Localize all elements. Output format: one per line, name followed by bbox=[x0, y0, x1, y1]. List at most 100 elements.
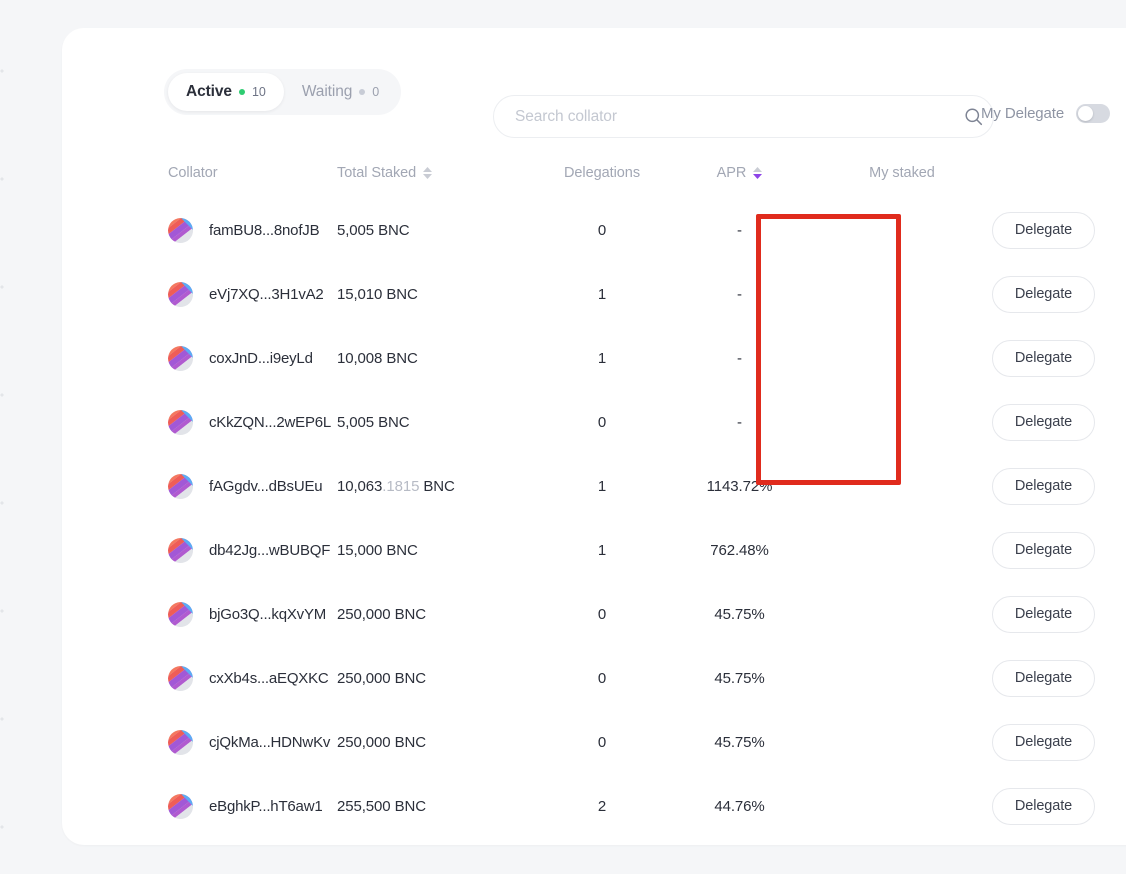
tab-waiting[interactable]: Waiting 0 bbox=[284, 73, 397, 111]
cell-action: Delegate bbox=[992, 339, 1126, 377]
total-staked-integer: 250,000 bbox=[337, 605, 391, 623]
delegate-button[interactable]: Delegate bbox=[992, 659, 1095, 697]
collator-avatar bbox=[168, 409, 193, 435]
cell-apr: 45.75% bbox=[667, 734, 812, 751]
total-staked-currency: BNC bbox=[394, 797, 426, 815]
tab-waiting-status-dot bbox=[359, 89, 366, 95]
tab-active-label: Active bbox=[186, 83, 232, 100]
table-row[interactable]: coxJnD...i9eyLd 10,008 BNC 1 - Delegate bbox=[62, 326, 1126, 390]
cell-total-staked: 10,008 BNC bbox=[337, 350, 537, 367]
delegate-button[interactable]: Delegate bbox=[992, 467, 1095, 505]
delegate-button[interactable]: Delegate bbox=[992, 211, 1095, 249]
total-staked-integer: 10,008 bbox=[337, 349, 383, 367]
delegations-value: 0 bbox=[597, 669, 607, 687]
header-apr-label: APR bbox=[716, 165, 747, 181]
cell-delegations: 1 bbox=[537, 542, 667, 559]
header-delegations: Delegations bbox=[563, 165, 641, 181]
delegate-button[interactable]: Delegate bbox=[992, 403, 1095, 441]
total-staked-integer: 250,000 bbox=[337, 733, 391, 751]
my-delegate-filter[interactable]: My Delegate bbox=[981, 104, 1111, 123]
total-staked-currency: BNC bbox=[423, 477, 455, 495]
table-row[interactable]: eVj7XQ...3H1vA2 15,010 BNC 1 - Delegate bbox=[62, 262, 1126, 326]
table-row[interactable]: cjQkMa...HDNwKv 250,000 BNC 0 45.75% Delegat… bbox=[62, 710, 1126, 774]
total-staked-decimal: .1815 bbox=[382, 477, 420, 495]
table-row[interactable]: fAGgdv...dBsUEu 10,063.1815 BNC 1 1143.72% D… bbox=[62, 454, 1126, 518]
cell-apr: - bbox=[667, 350, 812, 367]
cell-action: Delegate bbox=[992, 275, 1126, 313]
collator-avatar bbox=[168, 729, 193, 755]
search-box[interactable] bbox=[493, 95, 994, 138]
total-staked-integer: 10,063 bbox=[337, 477, 383, 495]
total-staked-integer: 255,500 bbox=[337, 797, 391, 815]
total-staked-currency: BNC bbox=[394, 733, 426, 751]
collator-card: Active 10 Waiting 0 My Delegate bbox=[62, 28, 1126, 845]
tab-active[interactable]: Active 10 bbox=[168, 73, 284, 111]
cell-total-staked: 15,000 BNC bbox=[337, 542, 537, 559]
cell-collator: coxJnD...i9eyLd bbox=[62, 345, 337, 371]
search-input[interactable] bbox=[494, 107, 953, 126]
tab-group: Active 10 Waiting 0 bbox=[164, 69, 402, 115]
collator-address: cjQkMa...HDNwKv bbox=[209, 733, 331, 751]
table-row[interactable]: bjGo3Q...kqXvYM 250,000 BNC 0 45.75% Delegat… bbox=[62, 582, 1126, 646]
cell-delegations: 1 bbox=[537, 478, 667, 495]
total-staked-integer: 5,005 bbox=[337, 413, 375, 431]
header-collator: Collator bbox=[168, 165, 218, 181]
cell-total-staked: 250,000 BNC bbox=[337, 734, 537, 751]
cell-apr: - bbox=[667, 222, 812, 239]
collator-avatar bbox=[168, 537, 193, 563]
cell-apr: - bbox=[667, 286, 812, 303]
table-row[interactable]: db42Jg...wBUBQF 15,000 BNC 1 762.48% Delegat… bbox=[62, 518, 1126, 582]
toolbar: Active 10 Waiting 0 My Delegate bbox=[62, 28, 1126, 148]
collator-avatar bbox=[168, 281, 193, 307]
header-my-staked: My staked bbox=[869, 165, 935, 181]
tab-waiting-label: Waiting bbox=[301, 83, 353, 100]
delegate-button[interactable]: Delegate bbox=[992, 531, 1095, 569]
sort-icon-apr[interactable] bbox=[753, 167, 763, 179]
delegations-value: 1 bbox=[597, 285, 607, 303]
collator-avatar bbox=[168, 473, 193, 499]
total-staked-integer: 5,005 bbox=[337, 221, 375, 239]
delegations-value: 0 bbox=[597, 413, 607, 431]
delegate-button[interactable]: Delegate bbox=[992, 275, 1095, 313]
delegate-button[interactable]: Delegate bbox=[992, 787, 1095, 825]
cell-total-staked: 10,063.1815 BNC bbox=[337, 478, 537, 495]
cell-total-staked: 15,010 BNC bbox=[337, 286, 537, 303]
header-total-staked[interactable]: Total Staked bbox=[337, 165, 537, 181]
apr-value: 45.75% bbox=[714, 733, 765, 751]
tab-active-count: 10 bbox=[251, 85, 266, 99]
apr-value: - bbox=[737, 349, 742, 367]
cell-action: Delegate bbox=[992, 723, 1126, 761]
collator-address: db42Jg...wBUBQF bbox=[209, 541, 331, 559]
total-staked-integer: 15,000 bbox=[337, 541, 383, 559]
cell-apr: - bbox=[667, 414, 812, 431]
cell-delegations: 0 bbox=[537, 606, 667, 623]
sort-icon-total-staked[interactable] bbox=[423, 167, 433, 179]
collator-address: eBghkP...hT6aw1 bbox=[209, 797, 323, 815]
total-staked-currency: BNC bbox=[378, 413, 410, 431]
apr-value: 44.76% bbox=[714, 797, 765, 815]
table-row[interactable]: eBghkP...hT6aw1 255,500 BNC 2 44.76% Delegat… bbox=[62, 774, 1126, 838]
cell-total-staked: 250,000 BNC bbox=[337, 606, 537, 623]
table-row[interactable]: famBU8...8nofJB 5,005 BNC 0 - Delegate bbox=[62, 198, 1126, 262]
delegations-value: 0 bbox=[597, 221, 607, 239]
cell-action: Delegate bbox=[992, 211, 1126, 249]
collator-avatar bbox=[168, 793, 193, 819]
table-row[interactable]: cxXb4s...aEQXKC 250,000 BNC 0 45.75% Delegat… bbox=[62, 646, 1126, 710]
cell-collator: eVj7XQ...3H1vA2 bbox=[62, 281, 337, 307]
my-delegate-toggle[interactable] bbox=[1076, 104, 1111, 123]
delegate-button[interactable]: Delegate bbox=[992, 339, 1095, 377]
delegate-button[interactable]: Delegate bbox=[992, 595, 1095, 633]
collator-address: famBU8...8nofJB bbox=[209, 221, 320, 239]
cell-apr: 45.75% bbox=[667, 670, 812, 687]
table-row[interactable]: cKkZQN...2wEP6L 5,005 BNC 0 - Delegate bbox=[62, 390, 1126, 454]
collator-avatar bbox=[168, 601, 193, 627]
header-total-staked-label: Total Staked bbox=[337, 165, 417, 181]
cell-collator: cKkZQN...2wEP6L bbox=[62, 409, 337, 435]
apr-value: 1143.72% bbox=[706, 477, 773, 495]
collator-avatar bbox=[168, 345, 193, 371]
cell-apr: 45.75% bbox=[667, 606, 812, 623]
cell-apr: 1143.72% bbox=[667, 478, 812, 495]
cell-action: Delegate bbox=[992, 659, 1126, 697]
delegate-button[interactable]: Delegate bbox=[992, 723, 1095, 761]
header-apr[interactable]: APR bbox=[667, 165, 812, 181]
